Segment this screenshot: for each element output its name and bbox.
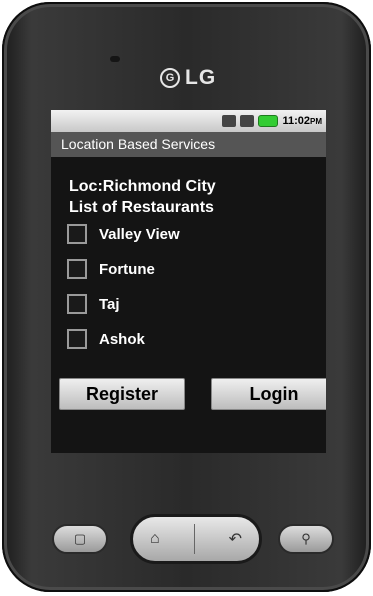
- speaker-grille: [110, 56, 120, 62]
- brand-name: LG: [185, 66, 217, 89]
- restaurant-item-taj[interactable]: Taj: [67, 294, 120, 314]
- restaurant-label: Ashok: [99, 330, 145, 348]
- brand-logo: G LG: [160, 66, 216, 90]
- search-hardware-button[interactable]: ⚲: [278, 524, 334, 554]
- restaurant-item-valley-view[interactable]: Valley View: [67, 224, 180, 244]
- signal-icon: [240, 115, 255, 127]
- main-content: Loc:Richmond City List of Restaurants Va…: [51, 157, 326, 453]
- checkbox[interactable]: [67, 224, 87, 244]
- status-bar: 11:02PM: [51, 110, 326, 132]
- search-icon: ⚲: [301, 531, 311, 546]
- usb-icon: [222, 115, 237, 127]
- restaurant-label: Valley View: [99, 225, 180, 243]
- list-title: List of Restaurants: [69, 199, 214, 216]
- restaurant-label: Taj: [99, 295, 120, 313]
- location-label: Loc:Richmond City: [69, 178, 216, 195]
- restaurant-label: Fortune: [99, 260, 155, 278]
- home-back-hardware-buttons: ⌂ ↶: [130, 514, 262, 564]
- login-button[interactable]: Login: [211, 378, 326, 410]
- status-ampm: PM: [310, 117, 322, 126]
- app-title: Location Based Services: [51, 132, 326, 157]
- register-button[interactable]: Register: [59, 378, 185, 410]
- back-icon[interactable]: ↶: [229, 529, 242, 549]
- lg-logo-icon: G: [160, 68, 180, 88]
- checkbox[interactable]: [67, 259, 87, 279]
- checkbox[interactable]: [67, 294, 87, 314]
- restaurant-item-ashok[interactable]: Ashok: [67, 329, 145, 349]
- home-icon[interactable]: ⌂: [150, 530, 160, 548]
- screen: 11:02PM Location Based Services Loc:Rich…: [51, 110, 326, 453]
- checkbox[interactable]: [67, 329, 87, 349]
- status-time: 11:02PM: [282, 115, 322, 127]
- restaurant-item-fortune[interactable]: Fortune: [67, 259, 155, 279]
- menu-icon: ▢: [73, 531, 87, 546]
- phone-body: G LG 11:02PM Location Based Services Loc…: [2, 2, 371, 592]
- menu-hardware-button[interactable]: ▢: [52, 524, 108, 554]
- battery-icon: [258, 115, 279, 127]
- button-divider: [193, 524, 195, 554]
